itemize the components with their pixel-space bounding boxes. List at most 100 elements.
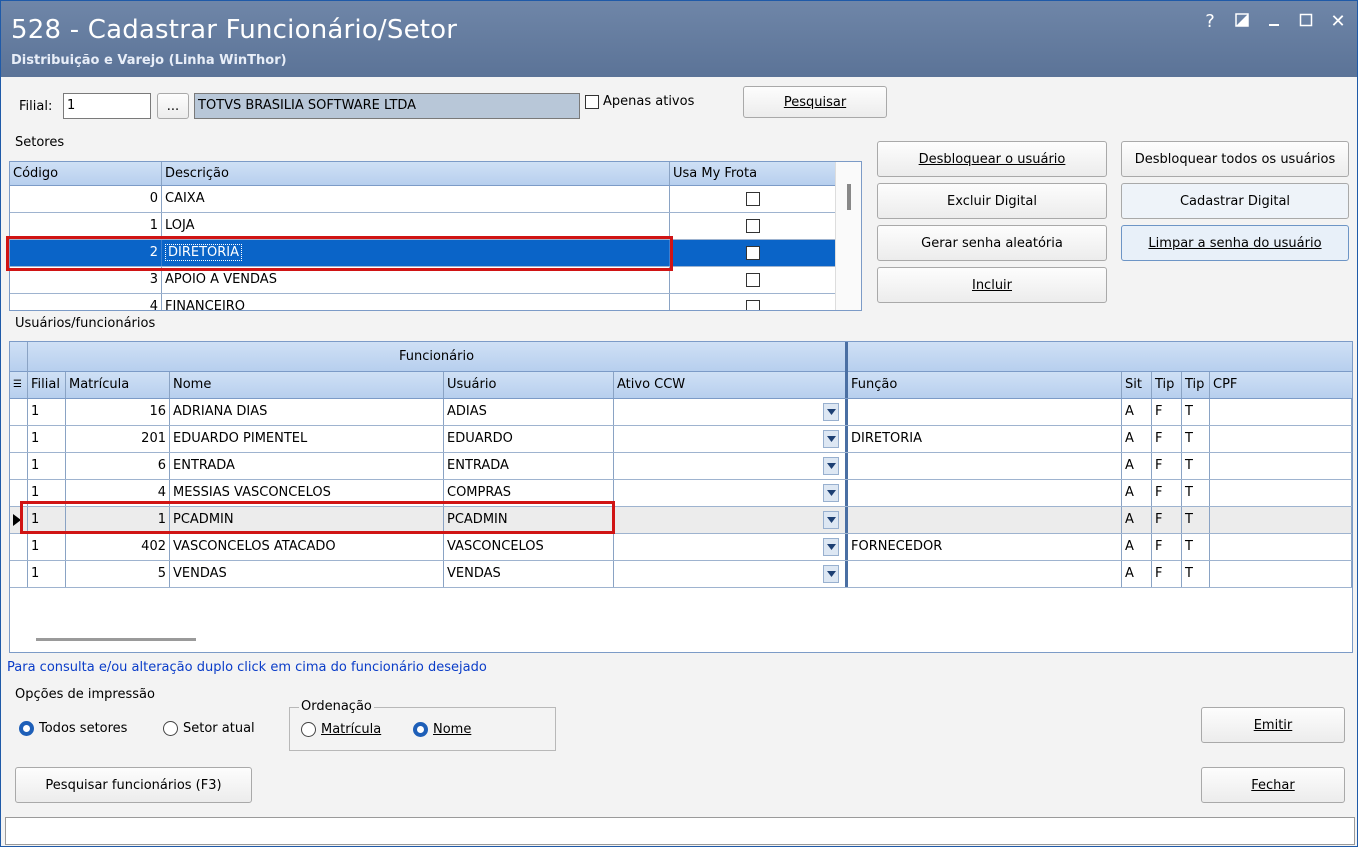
row-indicator[interactable]	[10, 453, 28, 479]
user-nome: ENTRADA	[170, 453, 444, 479]
setor-usa-frota-checkbox[interactable]	[670, 294, 836, 310]
user-tip1: F	[1152, 399, 1182, 425]
user-cpf	[1210, 426, 1352, 452]
desbloquear-todos-label: Desbloquear todos os usuários	[1134, 151, 1336, 167]
apenas-ativos-box[interactable]	[585, 94, 599, 109]
nome-radio[interactable]: Nome	[413, 722, 471, 737]
setor-codigo: 4	[10, 294, 162, 310]
user-ativo[interactable]	[614, 561, 848, 587]
window-title: 528 - Cadastrar Funcionário/Setor	[11, 15, 458, 45]
user-row[interactable]: 1 402 VASCONCELOS ATACADO VASCONCELOS FORNEC…	[10, 534, 1352, 561]
user-funcao: DIRETORIA	[848, 426, 1122, 452]
user-row[interactable]: 1 16 ADRIANA DIAS ADIAS A F T	[10, 399, 1352, 426]
column-chooser-icon[interactable]: ☰	[10, 372, 28, 398]
user-cpf	[1210, 480, 1352, 506]
ordenacao-title: Ordenação	[299, 699, 374, 714]
col-matricula[interactable]: Matrícula	[66, 372, 170, 398]
col-tip2[interactable]: Tip	[1182, 372, 1210, 398]
user-nome: EDUARDO PIMENTEL	[170, 426, 444, 452]
col-funcao[interactable]: Função	[848, 372, 1122, 398]
row-indicator[interactable]	[10, 561, 28, 587]
setor-usa-frota-checkbox[interactable]	[670, 240, 836, 266]
col-codigo[interactable]: Código	[10, 162, 162, 185]
usuarios-grid: Funcionário ☰ Filial Matrícula Nome Usuá…	[9, 341, 1353, 653]
setor-usa-frota-checkbox[interactable]	[670, 213, 836, 239]
user-cpf	[1210, 453, 1352, 479]
user-cpf	[1210, 534, 1352, 560]
filial-input[interactable]: 1	[63, 93, 151, 119]
close-icon[interactable]: ✕	[1329, 11, 1347, 32]
user-funcao	[848, 507, 1122, 533]
user-row[interactable]: 1 6 ENTRADA ENTRADA A F T	[10, 453, 1352, 480]
chevron-down-icon[interactable]	[823, 538, 839, 556]
matricula-radio[interactable]: Matrícula	[301, 722, 381, 737]
apenas-ativos-checkbox[interactable]: Apenas ativos	[585, 94, 694, 109]
restore-icon[interactable]	[1233, 11, 1251, 32]
limpar-senha-button[interactable]: Limpar a senha do usuário	[1121, 225, 1349, 261]
setor-usa-frota-checkbox[interactable]	[670, 267, 836, 293]
setores-scroll-thumb[interactable]	[847, 184, 851, 210]
row-indicator[interactable]	[10, 426, 28, 452]
setor-row[interactable]: 0 CAIXA	[10, 186, 836, 213]
user-ativo[interactable]	[614, 399, 848, 425]
setor-row[interactable]: 4 FINANCEIRO	[10, 294, 836, 310]
row-indicator[interactable]	[10, 534, 28, 560]
excluir-digital-button[interactable]: Excluir Digital	[877, 183, 1107, 219]
user-sit: A	[1122, 399, 1152, 425]
chevron-down-icon[interactable]	[823, 430, 839, 448]
window-subtitle: Distribuição e Varejo (Linha WinThor)	[11, 53, 287, 68]
setor-usa-frota-checkbox[interactable]	[670, 186, 836, 212]
window-controls: ? ✕	[1201, 11, 1347, 32]
col-nome[interactable]: Nome	[170, 372, 444, 398]
col-usa-my-frota[interactable]: Usa My Frota	[670, 162, 836, 185]
setores-scrollbar[interactable]	[835, 162, 861, 310]
usuarios-h-scrollbar[interactable]	[36, 638, 196, 641]
col-ativo-ccw[interactable]: Ativo CCW	[614, 372, 848, 398]
col-usuario[interactable]: Usuário	[444, 372, 614, 398]
chevron-down-icon[interactable]	[823, 565, 839, 583]
user-usuario: ADIAS	[444, 399, 614, 425]
user-filial: 1	[28, 399, 66, 425]
user-tip2: T	[1182, 507, 1210, 533]
chevron-down-icon[interactable]	[823, 511, 839, 529]
col-filial[interactable]: Filial	[28, 372, 66, 398]
chevron-down-icon[interactable]	[823, 403, 839, 421]
pesquisar-funcionarios-button[interactable]: Pesquisar funcionários (F3)	[15, 767, 252, 803]
hint-text: Para consulta e/ou alteração duplo click…	[7, 660, 487, 675]
user-ativo[interactable]	[614, 426, 848, 452]
user-tip2: T	[1182, 480, 1210, 506]
setor-row[interactable]: 3 APOIO A VENDAS	[10, 267, 836, 294]
maximize-icon[interactable]	[1297, 11, 1315, 32]
col-tip1[interactable]: Tip	[1152, 372, 1182, 398]
user-row[interactable]: 1 5 VENDAS VENDAS A F T	[10, 561, 1352, 588]
col-sit[interactable]: Sit	[1122, 372, 1152, 398]
user-ativo[interactable]	[614, 507, 848, 533]
todos-setores-radio[interactable]: Todos setores	[19, 721, 127, 736]
col-cpf[interactable]: CPF	[1210, 372, 1352, 398]
chevron-down-icon[interactable]	[823, 484, 839, 502]
desbloquear-usuario-button[interactable]: Desbloquear o usuário	[877, 141, 1107, 177]
cadastrar-digital-button[interactable]: Cadastrar Digital	[1121, 183, 1349, 219]
help-icon[interactable]: ?	[1201, 11, 1219, 32]
chevron-down-icon[interactable]	[823, 457, 839, 475]
row-indicator[interactable]	[10, 399, 28, 425]
user-funcao	[848, 453, 1122, 479]
fechar-button[interactable]: Fechar	[1201, 767, 1345, 803]
setor-atual-radio[interactable]: Setor atual	[163, 721, 255, 736]
user-ativo[interactable]	[614, 480, 848, 506]
user-usuario: ENTRADA	[444, 453, 614, 479]
user-tip1: F	[1152, 561, 1182, 587]
user-sit: A	[1122, 480, 1152, 506]
incluir-button[interactable]: Incluir	[877, 267, 1107, 303]
user-sit: A	[1122, 426, 1152, 452]
user-ativo[interactable]	[614, 453, 848, 479]
desbloquear-todos-button[interactable]: Desbloquear todos os usuários	[1121, 141, 1349, 177]
emitir-button[interactable]: Emitir	[1201, 707, 1345, 743]
col-descricao[interactable]: Descrição	[162, 162, 670, 185]
filial-lookup-button[interactable]: ...	[157, 93, 189, 119]
pesquisar-button[interactable]: Pesquisar	[743, 86, 887, 118]
user-ativo[interactable]	[614, 534, 848, 560]
gerar-senha-button[interactable]: Gerar senha aleatória	[877, 225, 1107, 261]
user-row[interactable]: 1 201 EDUARDO PIMENTEL EDUARDO DIRETORIA A F T	[10, 426, 1352, 453]
minimize-icon[interactable]	[1265, 11, 1283, 32]
